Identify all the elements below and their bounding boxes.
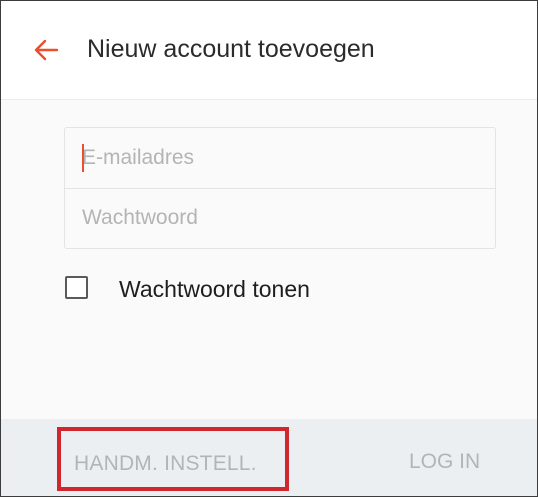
action-bar: HANDM. INSTELL. LOG IN [1, 419, 537, 496]
arrow-left-icon [34, 39, 59, 61]
login-label: LOG IN [409, 450, 481, 473]
checkbox-unchecked-icon[interactable] [65, 276, 88, 299]
text-cursor [82, 144, 84, 172]
password-field [65, 188, 495, 248]
form-area: Wachtwoord tonen [1, 100, 537, 418]
manual-setup-label: HANDM. INSTELL. [74, 452, 257, 475]
show-password-label: Wachtwoord tonen [119, 276, 310, 302]
manual-setup-button[interactable]: HANDM. INSTELL. [57, 427, 289, 491]
password-input[interactable] [82, 201, 477, 235]
email-field [65, 128, 495, 189]
page-title: Nieuw account toevoegen [87, 35, 375, 63]
app-header: Nieuw account toevoegen [1, 1, 537, 100]
login-button[interactable]: LOG IN [385, 443, 505, 483]
email-input[interactable] [82, 141, 477, 175]
credentials-box [64, 127, 496, 249]
back-button[interactable] [31, 35, 61, 65]
app-screen: Nieuw account toevoegen Wachtwoord tonen… [0, 0, 538, 497]
